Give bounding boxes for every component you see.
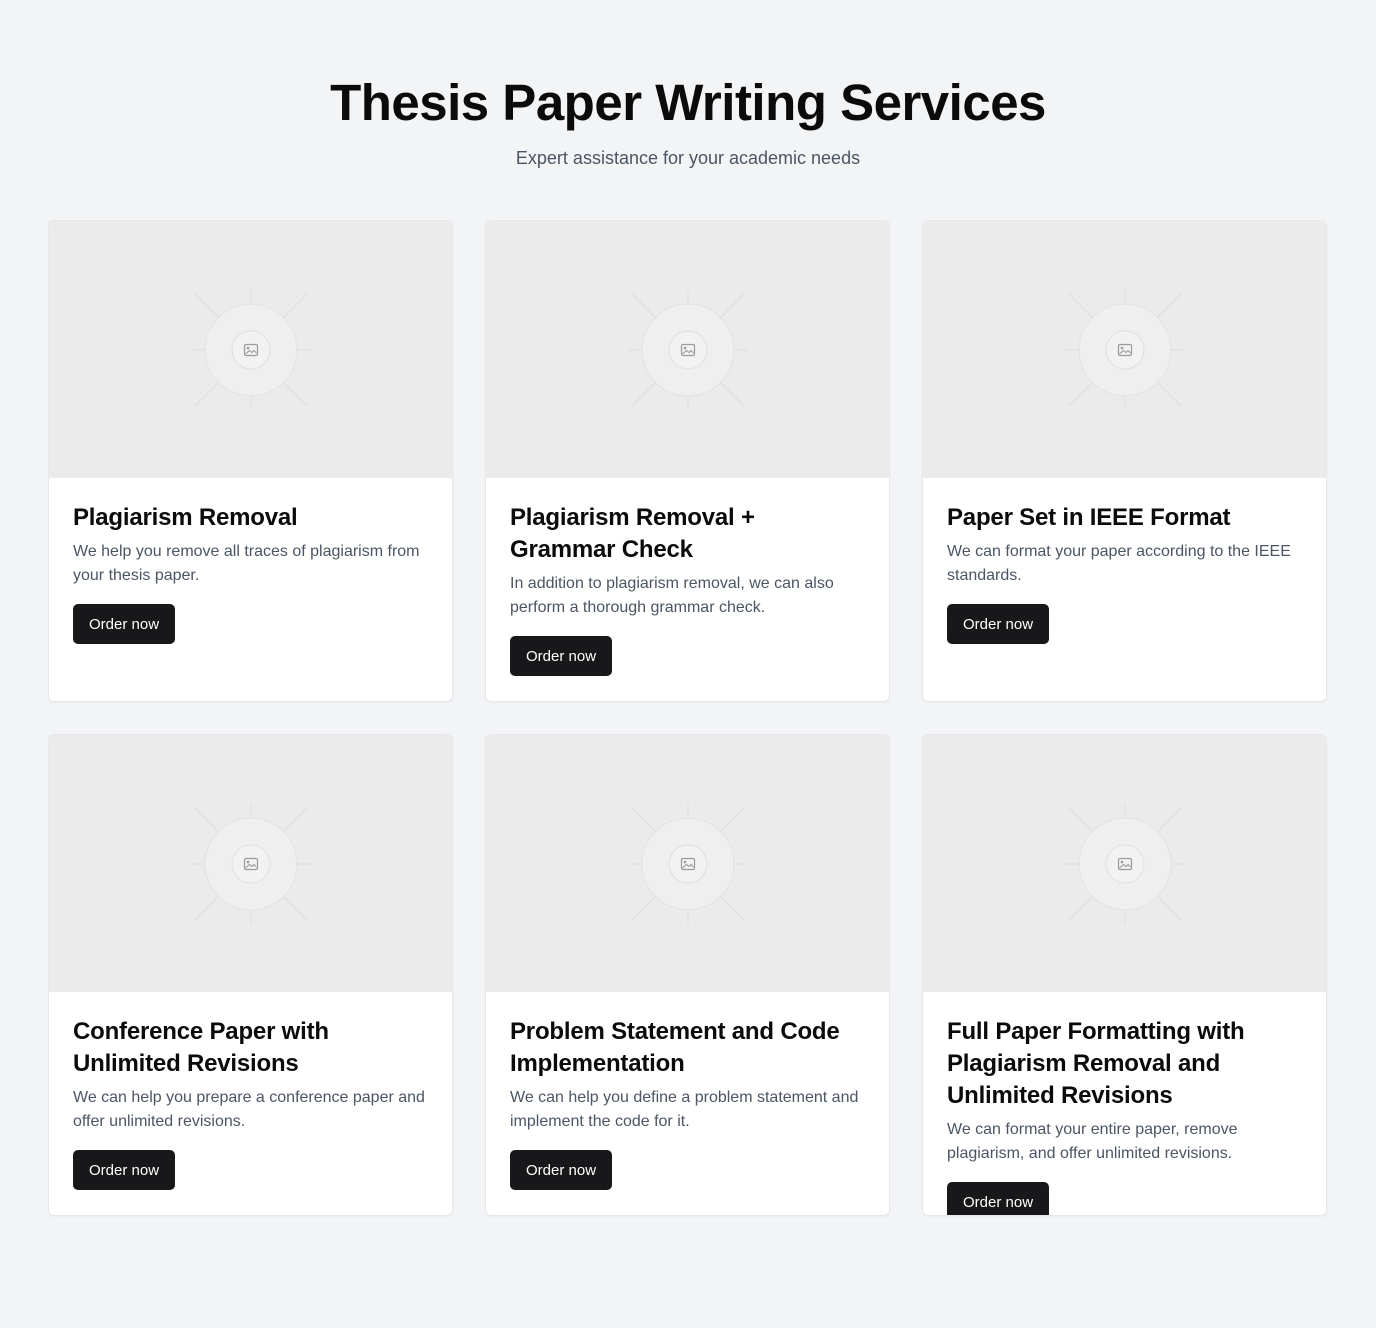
order-now-button[interactable]: Order now xyxy=(947,604,1050,644)
services-page: Thesis Paper Writing Services Expert ass… xyxy=(0,0,1376,1328)
image-placeholder-icon xyxy=(1055,794,1195,934)
image-placeholder-icon xyxy=(181,280,321,420)
card-title: Full Paper Formatting with Plagiarism Re… xyxy=(947,1018,1245,1109)
card-body: Paper Set in IEEE Format We can format y… xyxy=(923,478,1326,644)
service-card: Plagiarism Removal + Grammar Check In ad… xyxy=(485,220,890,702)
image-placeholder-icon xyxy=(618,280,758,420)
order-now-button[interactable]: Order now xyxy=(73,604,176,644)
card-image-placeholder xyxy=(486,735,889,992)
card-image-placeholder xyxy=(923,221,1326,478)
card-image-placeholder xyxy=(49,735,452,992)
image-placeholder-icon xyxy=(181,794,321,934)
card-description: We can help you prepare a conference pap… xyxy=(73,1089,425,1130)
service-card: Full Paper Formatting with Plagiarism Re… xyxy=(922,734,1327,1216)
card-image-placeholder xyxy=(486,221,889,478)
services-grid: Plagiarism Removal We help you remove al… xyxy=(48,220,1328,1216)
order-now-button[interactable]: Order now xyxy=(73,1150,176,1190)
card-body: Conference Paper with Unlimited Revision… xyxy=(49,992,452,1190)
order-now-button[interactable]: Order now xyxy=(510,1150,613,1190)
card-body: Full Paper Formatting with Plagiarism Re… xyxy=(923,992,1326,1215)
card-description: We can format your entire paper, remove … xyxy=(947,1121,1238,1162)
order-now-button[interactable]: Order now xyxy=(510,636,613,676)
service-card: Plagiarism Removal We help you remove al… xyxy=(48,220,453,702)
service-card: Conference Paper with Unlimited Revision… xyxy=(48,734,453,1216)
card-description: In addition to plagiarism removal, we ca… xyxy=(510,575,834,616)
card-title: Paper Set in IEEE Format xyxy=(947,504,1231,531)
card-description: We help you remove all traces of plagiar… xyxy=(73,543,420,584)
card-image-placeholder xyxy=(923,735,1326,992)
page-subtitle: Expert assistance for your academic need… xyxy=(515,148,861,168)
image-placeholder-icon xyxy=(618,794,758,934)
image-placeholder-icon xyxy=(1055,280,1195,420)
card-title: Conference Paper with Unlimited Revision… xyxy=(73,1018,329,1077)
card-title: Problem Statement and Code Implementatio… xyxy=(510,1018,840,1077)
order-now-button[interactable]: Order now xyxy=(947,1182,1050,1215)
service-card: Problem Statement and Code Implementatio… xyxy=(485,734,890,1216)
card-body: Problem Statement and Code Implementatio… xyxy=(486,992,889,1190)
card-image-placeholder xyxy=(49,221,452,478)
card-title: Plagiarism Removal + Grammar Check xyxy=(510,504,755,563)
card-title: Plagiarism Removal xyxy=(73,504,298,531)
card-body: Plagiarism Removal We help you remove al… xyxy=(49,478,452,644)
card-description: We can help you define a problem stateme… xyxy=(510,1089,859,1130)
card-description: We can format your paper according to th… xyxy=(947,543,1291,584)
card-body: Plagiarism Removal + Grammar Check In ad… xyxy=(486,478,889,676)
page-title: Thesis Paper Writing Services xyxy=(330,74,1046,131)
service-card: Paper Set in IEEE Format We can format y… xyxy=(922,220,1327,702)
